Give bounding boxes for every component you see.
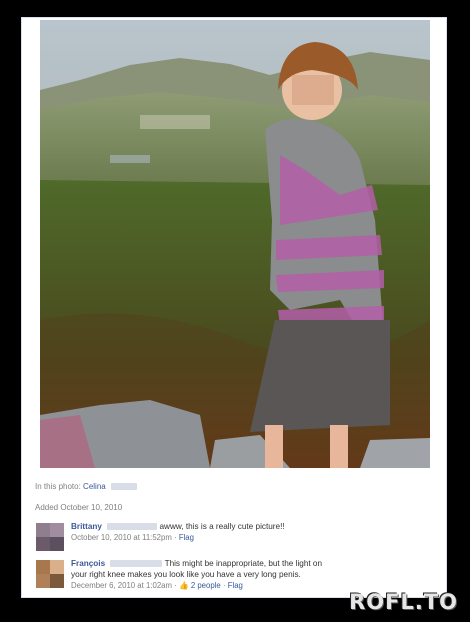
comment-text-line-2: your right knee makes you look like you …	[71, 570, 301, 579]
redacted-surname	[110, 483, 137, 491]
photo-post-card: In this photo: Celina Added October 10, …	[21, 17, 447, 598]
site-watermark: ROFL.TO	[349, 590, 458, 614]
photo[interactable]	[40, 20, 430, 468]
redacted-surname	[107, 523, 158, 531]
likes-link[interactable]: 2 people	[191, 581, 221, 590]
comment-timestamp[interactable]: October 10, 2010 at 11:52pm	[71, 533, 172, 542]
avatar[interactable]	[36, 523, 64, 551]
separator: ·	[222, 581, 226, 590]
added-date: Added October 10, 2010	[35, 503, 123, 512]
in-this-photo-label: In this photo:	[35, 482, 81, 491]
comment-1: Brittany awww, this is a really cute pic…	[36, 521, 436, 555]
tagged-person-link[interactable]: Celina	[83, 482, 106, 491]
comment-body: François This might be inappropriate, bu…	[71, 558, 431, 591]
separator: ·	[174, 533, 177, 542]
comment-author-link[interactable]: Brittany	[71, 522, 102, 531]
comment-timestamp[interactable]: December 6, 2010 at 1:02am	[71, 581, 172, 590]
comment-author-link[interactable]: François	[71, 559, 105, 568]
comment-body: Brittany awww, this is a really cute pic…	[71, 521, 431, 543]
tagged-people: In this photo: Celina	[35, 482, 137, 491]
flag-link[interactable]: Flag	[179, 533, 194, 542]
avatar[interactable]	[36, 560, 64, 588]
comment-text-line-1: This might be inappropriate, but the lig…	[164, 559, 323, 568]
separator: ·	[174, 581, 177, 590]
photo-image	[40, 20, 430, 468]
flag-link[interactable]: Flag	[228, 581, 243, 590]
like-thumb-icon: 👍	[178, 581, 189, 590]
redacted-surname	[110, 560, 163, 568]
comment-text: awww, this is a really cute picture!!	[159, 522, 285, 531]
